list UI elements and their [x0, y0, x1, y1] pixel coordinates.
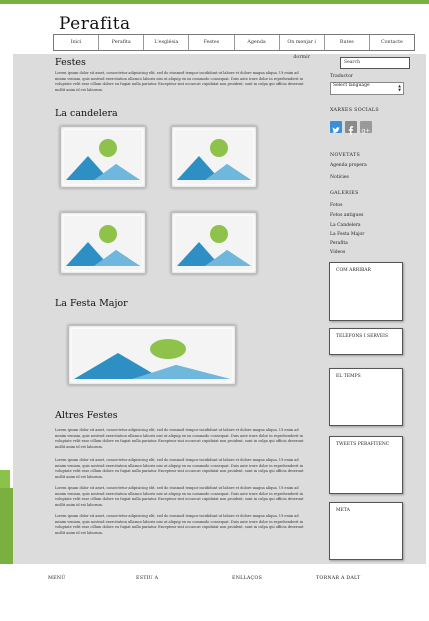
site-title[interactable]: Perafita [59, 14, 131, 34]
footer-link-menu[interactable]: MENÚ [48, 576, 65, 581]
footer-link-enllacos[interactable]: ENLLAÇOS [232, 576, 262, 581]
galeries-heading: GALERIES [330, 191, 359, 196]
galeries-link-candelera[interactable]: La Candelera [330, 223, 361, 228]
language-select-value: Select language [333, 83, 370, 88]
nav-item-festes[interactable]: Festes [189, 35, 235, 50]
altres-festes-heading: Altres Festes [55, 410, 118, 421]
widget-title: COM ARRIBAR [336, 268, 371, 273]
festa-major-heading: La Festa Major [55, 298, 128, 309]
widget-title: EL TEMPS [336, 374, 361, 379]
novetats-link-agenda[interactable]: Agenda propera [330, 163, 367, 168]
site-header: Perafita Inici Perafita L'església Feste… [13, 4, 426, 60]
candelera-photo-3[interactable] [60, 212, 146, 274]
search-input[interactable]: Search [340, 57, 410, 69]
footer-link-estiu[interactable]: ESTIU A [136, 576, 158, 581]
widget-tweets: TWEETS PERAFITENC [329, 436, 403, 494]
widget-title: META [336, 508, 350, 513]
left-accent-block [0, 470, 10, 490]
nav-item-on-menjar[interactable]: On menjar i dormir [280, 35, 325, 60]
candelera-photo-1[interactable] [60, 126, 146, 188]
widget-el-temps: EL TEMPS [329, 368, 403, 426]
altres-text-3: Lorem ipsum dolor sit amet, consectetur … [55, 486, 304, 507]
widget-meta: META [329, 502, 403, 560]
left-accent-bar [0, 488, 14, 564]
nav-item-agenda[interactable]: Agenda [235, 35, 280, 50]
svg-text:g+: g+ [362, 128, 371, 135]
altres-text-1: Lorem ipsum dolor sit amet, consectetur … [55, 428, 304, 449]
festa-major-photo[interactable] [68, 325, 236, 385]
nav-item-esglesia[interactable]: L'església [144, 35, 190, 50]
festes-heading: Festes [55, 57, 86, 68]
galeries-link-fotos[interactable]: Fotos [330, 203, 342, 208]
site-footer [14, 564, 426, 621]
festes-text: Lorem ipsum dolor sit amet, consectetur … [55, 71, 304, 92]
widget-title: TWEETS PERAFITENC [336, 442, 390, 447]
galeries-link-videos[interactable]: Vídeos [330, 250, 345, 255]
google-plus-icon[interactable]: g+ [360, 121, 372, 135]
candelera-photo-4[interactable] [171, 212, 257, 274]
language-select[interactable]: Select language ▲ ▼ [330, 82, 404, 95]
translate-label: Traductor [330, 74, 353, 79]
main-nav: Inici Perafita L'església Festes Agenda … [53, 34, 415, 60]
altres-text-2: Lorem ipsum dolor sit amet, consectetur … [55, 458, 304, 479]
altres-text-4: Lorem ipsum dolor sit amet, consectetur … [55, 514, 304, 535]
twitter-icon[interactable] [330, 121, 342, 133]
select-arrows-icon: ▲ ▼ [398, 84, 401, 92]
widget-telefons: TELÈFONS I SERVEIS [329, 328, 403, 355]
candelera-photo-2[interactable] [171, 126, 257, 188]
widget-title: TELÈFONS I SERVEIS [336, 334, 389, 339]
novetats-link-noticies[interactable]: Notícies [330, 175, 349, 180]
galeries-link-perafita[interactable]: Perafita [330, 241, 348, 246]
galeries-link-fotos-antigues[interactable]: Fotos antigues [330, 213, 363, 218]
widget-com-arribar: COM ARRIBAR [329, 262, 403, 321]
social-heading: XARXES SOCIALS [330, 108, 379, 113]
galeries-link-festa-major[interactable]: La Festa Major [330, 232, 364, 237]
footer-link-tornar[interactable]: TORNAR A DALT [316, 576, 360, 581]
facebook-icon[interactable] [345, 121, 357, 135]
nav-item-inici[interactable]: Inici [54, 35, 100, 50]
candelera-heading: La candelera [55, 108, 118, 119]
nav-item-perafita[interactable]: Perafita [99, 35, 145, 50]
nav-item-contacte[interactable]: Contacte [370, 35, 414, 50]
novetats-heading: NOVETATS [330, 153, 361, 158]
nav-item-rutes[interactable]: Rutes [325, 35, 370, 50]
